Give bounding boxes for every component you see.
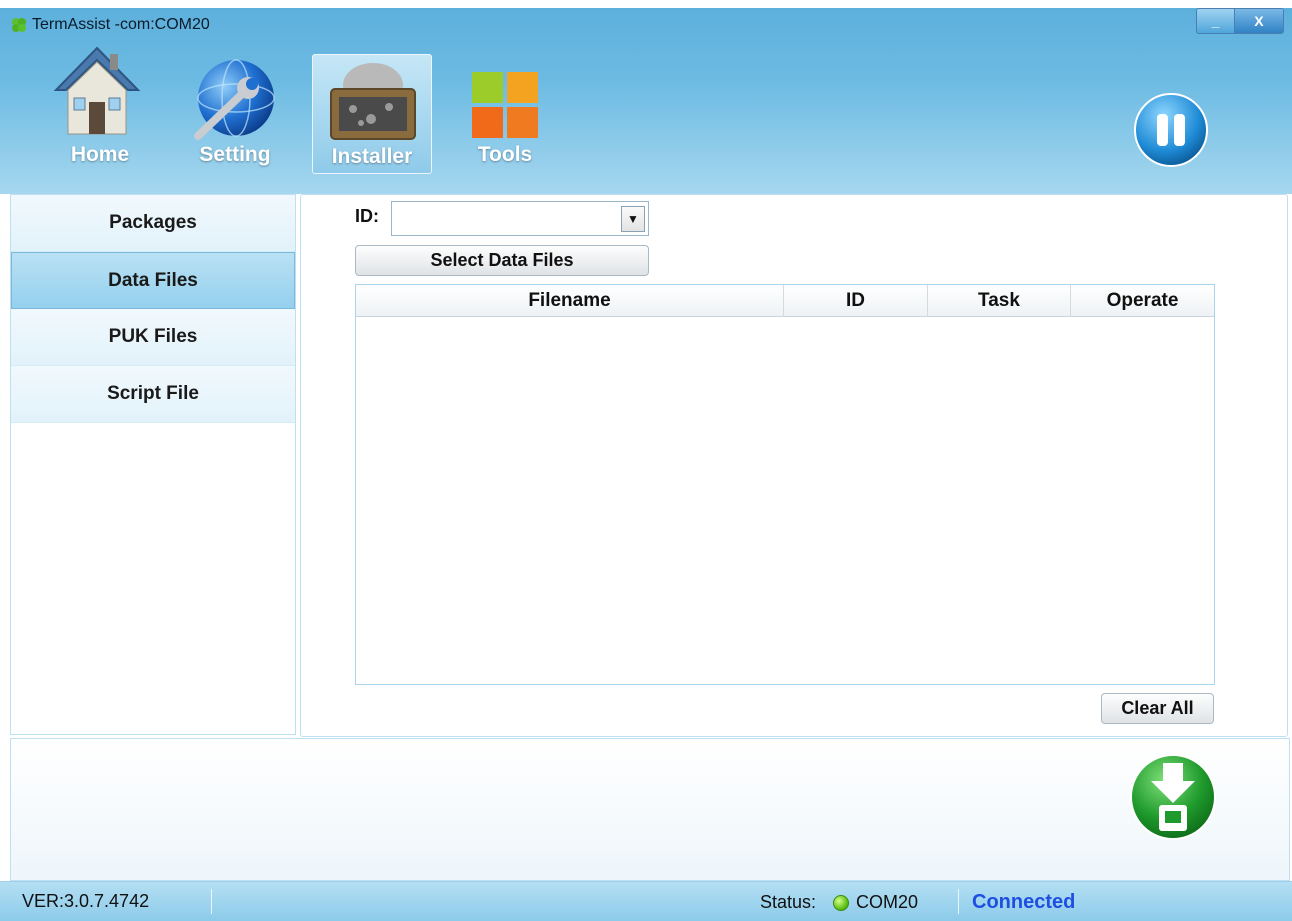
header-bar: TermAssist -com:COM20 _ X Home Setting I… xyxy=(0,8,1292,194)
data-files-table: Filename ID Task Operate xyxy=(355,284,1215,685)
sidebar-item-puk-files[interactable]: PUK Files xyxy=(11,309,295,366)
toolbar-home[interactable]: Home xyxy=(40,46,160,171)
tools-tiles-icon xyxy=(472,72,538,138)
clover-app-icon xyxy=(10,16,28,34)
installer-box-icon xyxy=(330,63,416,140)
sidebar-item-data-files[interactable]: Data Files xyxy=(11,252,295,309)
status-port: COM20 xyxy=(856,892,919,912)
toolbar-setting[interactable]: Setting xyxy=(175,46,295,171)
table-header: Filename ID Task Operate xyxy=(356,285,1214,317)
sidebar-item-packages[interactable]: Packages xyxy=(11,195,295,252)
status-label: Status: xyxy=(760,892,817,912)
bottom-panel xyxy=(10,738,1290,881)
version-label: VER:3.0.7.4742 xyxy=(22,891,150,911)
house-icon xyxy=(54,46,140,135)
toolbar-tools-label: Tools xyxy=(477,143,533,166)
globe-wrench-icon xyxy=(194,59,275,140)
connection-status: Connected xyxy=(972,891,1076,913)
chevron-down-icon[interactable]: ▼ xyxy=(621,206,645,232)
toolbar-installer-label: Installer xyxy=(331,145,413,168)
toolbar-setting-label: Setting xyxy=(199,143,271,166)
download-device-icon[interactable] xyxy=(1129,753,1217,841)
clear-all-button[interactable]: Clear All xyxy=(1101,693,1214,724)
id-label: ID: xyxy=(355,206,379,226)
sidebar: Packages Data Files PUK Files Script Fil… xyxy=(10,194,296,735)
toolbar-home-label: Home xyxy=(70,143,130,166)
title-bar: TermAssist -com:COM20 xyxy=(10,14,210,36)
status-indicator-icon xyxy=(833,895,849,911)
column-header-operate[interactable]: Operate xyxy=(1071,285,1214,317)
select-data-files-button[interactable]: Select Data Files xyxy=(355,245,649,276)
column-header-filename[interactable]: Filename xyxy=(356,285,784,317)
window-controls: _ X xyxy=(1196,8,1284,34)
status-separator xyxy=(958,889,959,914)
status-bar: VER:3.0.7.4742 Status: COM20 Connected xyxy=(0,881,1292,921)
toolbar-tools[interactable]: Tools xyxy=(445,46,565,171)
status-separator xyxy=(211,889,212,914)
app-window: TermAssist -com:COM20 _ X Home Setting I… xyxy=(0,0,1292,921)
pause-icon[interactable] xyxy=(1133,92,1209,168)
sidebar-item-script-file[interactable]: Script File xyxy=(11,366,295,423)
column-header-id[interactable]: ID xyxy=(784,285,928,317)
window-title: TermAssist -com:COM20 xyxy=(32,16,210,33)
column-header-task[interactable]: Task xyxy=(928,285,1071,317)
minimize-button[interactable]: _ xyxy=(1197,9,1235,33)
toolbar-installer[interactable]: Installer xyxy=(312,54,432,174)
id-dropdown[interactable]: ▼ xyxy=(391,201,649,236)
close-button[interactable]: X xyxy=(1234,9,1283,33)
